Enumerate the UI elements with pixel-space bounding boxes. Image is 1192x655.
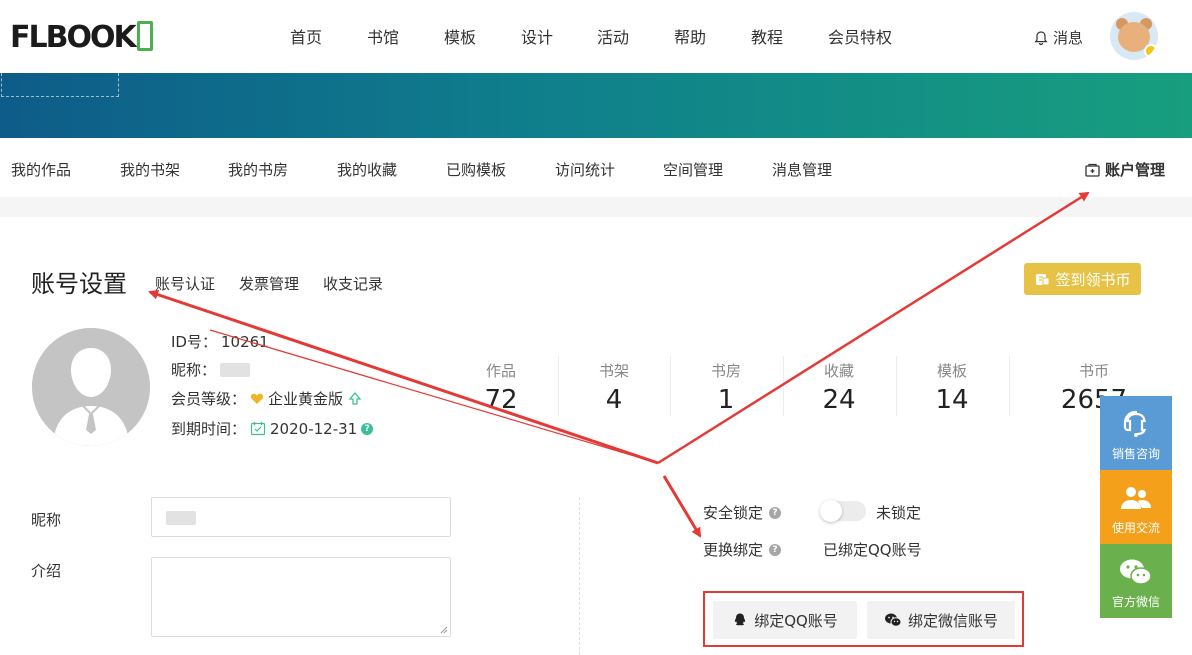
expire-date-value: 2020-12-31 [270, 419, 358, 438]
account-box-icon [1085, 163, 1100, 177]
stat-favorites[interactable]: 收藏 24 [783, 360, 895, 415]
subnav-visit-stats[interactable]: 访问统计 [555, 159, 615, 180]
expire-date-row: 到期时间： 2020-12-31 ? [171, 418, 374, 439]
lock-help-icon[interactable]: ? [769, 506, 782, 519]
official-wechat-button[interactable]: 官方微信 [1100, 544, 1172, 618]
profile-banner [0, 73, 1192, 138]
security-lock-row: 安全锁定 ? [703, 502, 782, 523]
page-title: 账号设置 [31, 270, 127, 298]
calendar-icon [250, 422, 266, 436]
gold-heart-icon [250, 393, 264, 404]
wechat-icon [884, 613, 902, 627]
user-avatar-top[interactable] [1110, 12, 1158, 60]
nav-activities[interactable]: 活动 [597, 24, 629, 48]
users-group-icon [1121, 487, 1151, 509]
member-level-row: 会员等级： 企业黄金版 [171, 388, 363, 409]
nav-member-privileges[interactable]: 会员特权 [828, 24, 892, 48]
stat-works-value: 72 [484, 385, 518, 415]
nav-home[interactable]: 首页 [290, 24, 322, 48]
default-user-icon [32, 328, 150, 446]
security-lock-toggle[interactable] [820, 500, 866, 522]
top-header: FLBOOK 首页 书馆 模板 设计 活动 帮助 教程 会员特权 消息 [0, 0, 1192, 73]
user-community-button[interactable]: 使用交流 [1100, 470, 1172, 544]
nickname-input-redacted [166, 511, 196, 525]
transaction-records-link[interactable]: 收支记录 [323, 273, 383, 294]
stat-study-value: 1 [717, 385, 735, 415]
section-divider [0, 197, 1192, 217]
headset-chat-icon [1123, 410, 1147, 437]
subnav-account-management[interactable]: 账户管理 [1085, 159, 1165, 180]
nav-tutorials[interactable]: 教程 [751, 24, 783, 48]
nickname-row: 昵称： [171, 359, 251, 380]
subnav-space-management[interactable]: 空间管理 [663, 159, 723, 180]
change-binding-row: 更换绑定 ? [703, 539, 782, 560]
stat-study[interactable]: 书房 1 [670, 360, 782, 415]
checkin-label: 签到领书币 [1055, 270, 1131, 289]
upgrade-arrow-icon[interactable] [347, 391, 363, 407]
stat-templates[interactable]: 模板 14 [896, 360, 1008, 415]
logo-bracket-icon [136, 21, 153, 51]
stat-shelf[interactable]: 书架 4 [558, 360, 670, 415]
bind-wechat-label: 绑定微信账号 [907, 611, 998, 630]
subnav-my-works[interactable]: 我的作品 [11, 159, 71, 180]
intro-textarea[interactable] [151, 557, 451, 637]
checkin-button[interactable]: 签到领书币 [1024, 263, 1141, 295]
sales-consult-button[interactable]: 销售咨询 [1100, 396, 1172, 470]
messages-label: 消息 [1053, 29, 1084, 47]
stat-shelf-value: 4 [605, 385, 623, 415]
nav-library[interactable]: 书馆 [367, 24, 399, 48]
account-management-label: 账户管理 [1105, 161, 1166, 179]
binding-status: 已绑定QQ账号 [823, 541, 922, 559]
stat-favorites-value: 24 [822, 385, 856, 415]
user-id-row: ID号： 10261 [171, 332, 269, 352]
nav-help[interactable]: 帮助 [674, 24, 706, 48]
expire-help-icon[interactable]: ? [361, 422, 374, 435]
nickname-input[interactable] [151, 497, 451, 537]
bell-icon [1034, 30, 1048, 45]
form-divider [579, 497, 580, 655]
user-id-value: 10261 [220, 332, 269, 351]
coin-bag-icon [1036, 274, 1050, 286]
subnav-message-management[interactable]: 消息管理 [772, 159, 832, 180]
stat-works[interactable]: 作品 72 [445, 360, 557, 415]
wechat-bubble-icon [1120, 559, 1152, 585]
flbook-logo[interactable]: FLBOOK [10, 20, 153, 55]
nickname-redacted [220, 362, 251, 377]
subnav-my-favorites[interactable]: 我的收藏 [337, 159, 397, 180]
resize-handle-icon[interactable] [438, 624, 448, 634]
bind-qq-button[interactable]: 绑定QQ账号 [713, 601, 857, 639]
nickname-field-label: 昵称 [31, 511, 62, 529]
intro-field-label: 介绍 [31, 562, 62, 580]
bind-qq-label: 绑定QQ账号 [754, 611, 838, 630]
bind-wechat-button[interactable]: 绑定微信账号 [867, 601, 1015, 639]
nav-templates[interactable]: 模板 [444, 24, 476, 48]
vip-badge-icon [1144, 44, 1158, 58]
stat-templates-value: 14 [935, 385, 969, 415]
member-level-value: 企业黄金版 [268, 390, 344, 408]
qq-penguin-icon [735, 613, 746, 626]
binding-help-icon[interactable]: ? [769, 543, 782, 556]
user-avatar[interactable] [32, 328, 150, 446]
banner-edit-area[interactable] [1, 73, 119, 97]
messages-link[interactable]: 消息 [1033, 27, 1083, 48]
subnav-my-study[interactable]: 我的书房 [228, 159, 288, 180]
lock-status: 未锁定 [876, 504, 922, 522]
nav-design[interactable]: 设计 [521, 24, 553, 48]
subnav-purchased-templates[interactable]: 已购模板 [446, 159, 506, 180]
subnav-my-shelf[interactable]: 我的书架 [120, 159, 180, 180]
account-verification-link[interactable]: 账号认证 [155, 273, 215, 294]
invoice-management-link[interactable]: 发票管理 [239, 273, 299, 294]
